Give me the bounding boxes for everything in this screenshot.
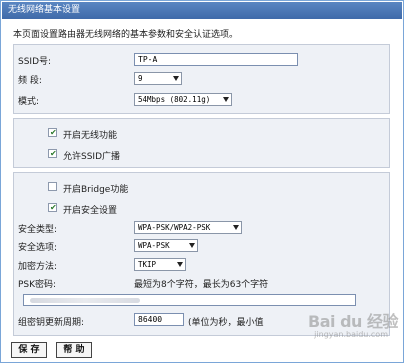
watermark-url: jingyan.baidu.com	[314, 330, 388, 339]
encryption-select[interactable]: TKIP	[134, 258, 186, 271]
ssid-input[interactable]: TP-A	[134, 53, 298, 66]
mode-value: 54Mbps (802.11g)	[138, 95, 211, 104]
page-description: 本页面设置路由器无线网络的基本参数和安全认证选项。	[13, 30, 239, 40]
enable-wireless-label: 开启无线功能	[63, 131, 118, 141]
allow-ssid-broadcast-checkbox[interactable]: ✔	[48, 149, 57, 158]
encryption-label: 加密方法:	[18, 262, 58, 272]
group-key-renew-hint: (单位为秒，最小值	[188, 318, 264, 328]
mode-select[interactable]: 54Mbps (802.11g)	[134, 93, 232, 106]
group-key-renew-label: 组密钥更新周期:	[18, 318, 85, 328]
security-option-select[interactable]: WPA-PSK	[134, 239, 198, 252]
enable-security-checkbox[interactable]: ✔	[48, 203, 57, 212]
security-type-select[interactable]: WPA-PSK/WPA2-PSK	[134, 221, 242, 234]
save-button[interactable]: 保 存	[11, 342, 47, 358]
channel-label: 频 段:	[18, 76, 42, 86]
help-button[interactable]: 帮 助	[56, 342, 92, 358]
enable-bridge-checkbox[interactable]	[48, 182, 57, 191]
psk-label: PSK密码:	[18, 280, 57, 290]
chevron-down-icon	[223, 97, 229, 102]
chevron-down-icon	[233, 225, 239, 230]
group-key-renew-input[interactable]: 86400	[134, 313, 184, 326]
psk-hint: 最短为8个字符，最长为63个字符	[134, 280, 269, 290]
security-type-value: WPA-PSK/WPA2-PSK	[138, 223, 211, 232]
chevron-down-icon	[173, 76, 179, 81]
window-title: 无线网络基本设置	[2, 2, 402, 19]
chevron-down-icon	[189, 243, 195, 248]
check-icon: ✔	[50, 128, 57, 137]
chevron-down-icon	[177, 262, 183, 267]
security-option-value: WPA-PSK	[138, 241, 170, 250]
enable-wireless-checkbox[interactable]: ✔	[48, 128, 57, 137]
watermark-logo: Bai du 经验	[308, 312, 398, 331]
security-option-label: 安全选项:	[18, 243, 58, 253]
enable-security-label: 开启安全设置	[63, 206, 118, 216]
psk-password-input[interactable]	[23, 294, 356, 306]
security-type-label: 安全类型:	[18, 225, 58, 235]
allow-ssid-broadcast-label: 允许SSID广播	[63, 152, 121, 162]
encryption-value: TKIP	[138, 260, 157, 269]
check-icon: ✔	[50, 203, 57, 212]
mode-label: 模式:	[18, 97, 40, 107]
check-icon: ✔	[50, 149, 57, 158]
ssid-label: SSID号:	[18, 57, 52, 67]
channel-value: 9	[138, 74, 143, 83]
enable-bridge-label: 开启Bridge功能	[63, 185, 129, 195]
blurred-password	[30, 298, 140, 303]
channel-select[interactable]: 9	[134, 72, 182, 85]
